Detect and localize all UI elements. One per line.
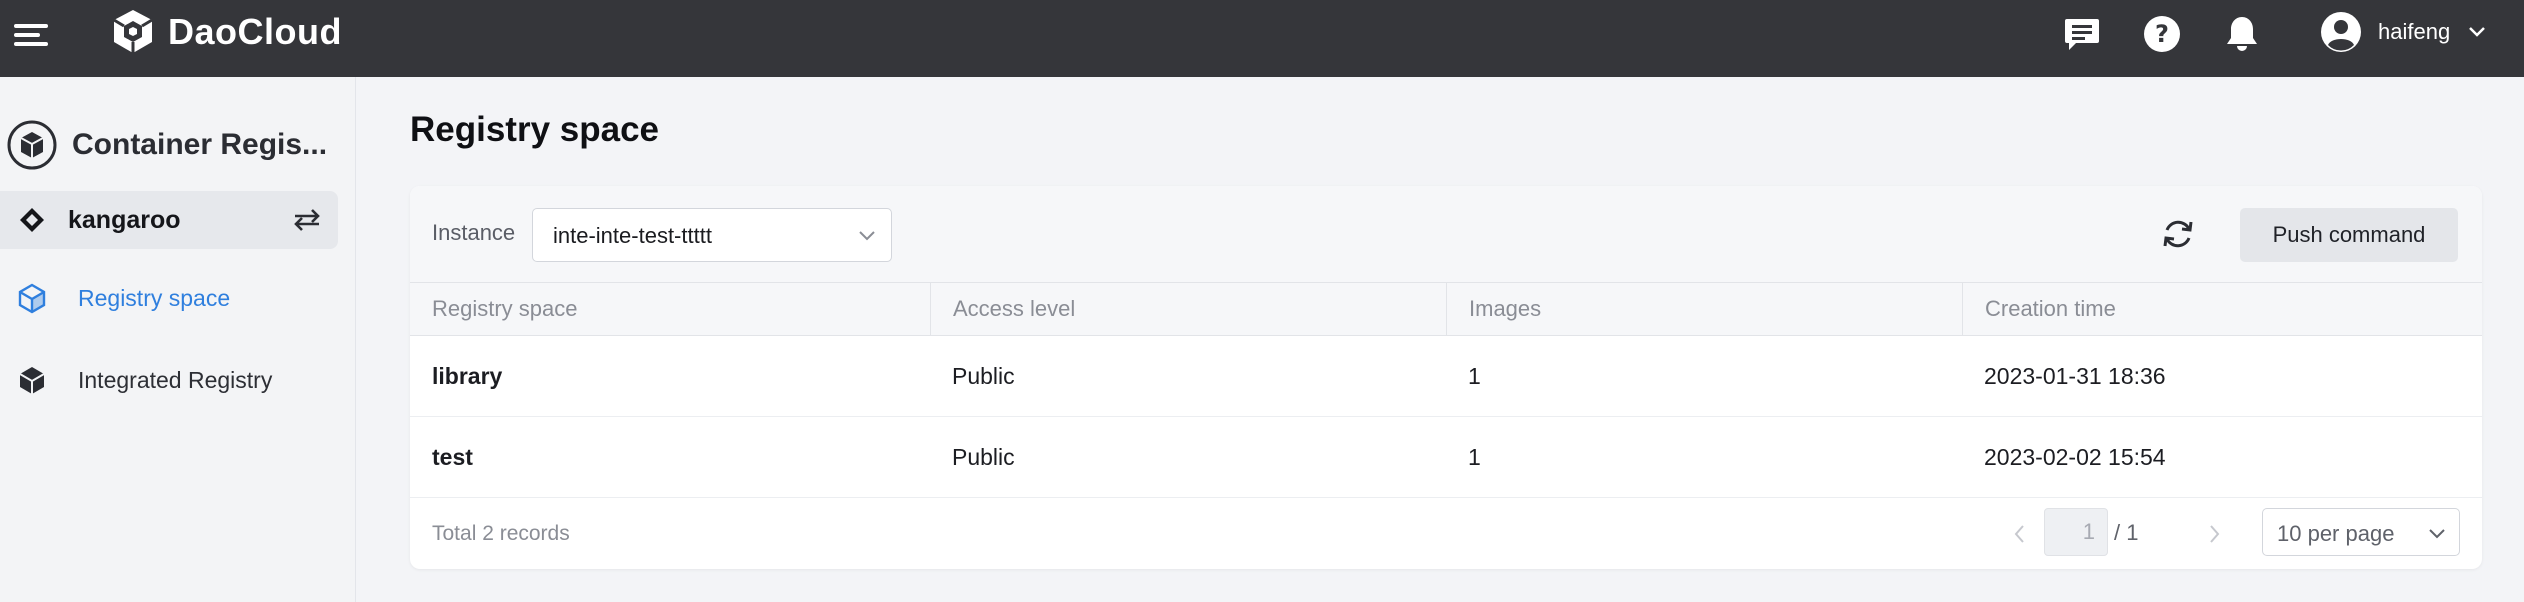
table-row[interactable]: test Public 1 2023-02-02 15:54 <box>410 417 2482 498</box>
image-count: 1 <box>1468 362 1481 389</box>
switch-icon[interactable] <box>292 207 322 233</box>
toolbar: Instance inte-inte-test-ttttt Push comma… <box>410 186 2482 282</box>
sidebar: Container Regis... kangaroo Registry spa… <box>0 77 356 602</box>
column-header[interactable]: Creation time <box>1962 283 2482 335</box>
table-row[interactable]: library Public 1 2023-01-31 18:36 <box>410 336 2482 417</box>
registry-space-name[interactable]: library <box>410 336 502 416</box>
column-header[interactable]: Access level <box>930 283 1446 335</box>
workspace-name: kangaroo <box>68 205 181 234</box>
pagination: Total 2 records 1 / 1 10 per page <box>410 498 2482 569</box>
creation-time: 2023-02-02 15:54 <box>1984 443 2166 470</box>
brand-logo[interactable]: DaoCloud <box>108 7 342 57</box>
sidebar-item-integrated-registry[interactable]: Integrated Registry <box>0 351 338 409</box>
registry-table-card: Instance inte-inte-test-ttttt Push comma… <box>410 186 2482 569</box>
username: haifeng <box>2378 19 2451 44</box>
column-header[interactable]: Images <box>1446 283 1962 335</box>
container-registry-icon <box>7 120 57 170</box>
workspace-selector[interactable]: kangaroo <box>0 191 338 249</box>
refresh-icon[interactable] <box>2158 214 2198 254</box>
access-level: Public <box>952 362 1015 389</box>
help-icon[interactable]: ? <box>2142 14 2182 54</box>
total-records: Total 2 records <box>432 522 570 545</box>
page-total: / 1 <box>2114 520 2139 545</box>
chevron-right-icon[interactable] <box>2202 520 2226 548</box>
product-title: Container Regis... <box>72 128 328 161</box>
daocloud-logo-icon <box>113 10 153 53</box>
sidebar-item-label: Registry space <box>78 284 231 311</box>
product-header: Container Regis... <box>6 113 327 177</box>
chevron-down-icon <box>859 231 875 241</box>
user-menu[interactable]: haifeng <box>2320 10 2486 54</box>
chevron-down-icon <box>2469 27 2486 37</box>
instance-select[interactable]: inte-inte-test-ttttt <box>532 208 892 262</box>
sidebar-item-label: Integrated Registry <box>78 366 273 393</box>
top-bar: DaoCloud ? haifeng <box>0 0 2524 77</box>
chevron-down-icon <box>2429 529 2445 539</box>
instance-value: inte-inte-test-ttttt <box>553 223 712 248</box>
page-number-input[interactable]: 1 <box>2044 508 2108 556</box>
per-page-select[interactable]: 10 per page <box>2262 508 2460 556</box>
push-command-button[interactable]: Push command <box>2240 208 2458 262</box>
chevron-left-icon[interactable] <box>2008 520 2032 548</box>
workspace-icon <box>20 208 44 232</box>
svg-text:?: ? <box>2155 20 2169 48</box>
table-header: Registry space Access level Images Creat… <box>410 282 2482 336</box>
per-page-value: 10 per page <box>2277 521 2395 546</box>
message-icon[interactable] <box>2062 14 2102 54</box>
image-count: 1 <box>1468 443 1481 470</box>
menu-icon[interactable] <box>14 18 48 50</box>
cube-solid-icon <box>19 367 45 394</box>
instance-label: Instance <box>432 220 516 245</box>
registry-space-name[interactable]: test <box>410 417 473 497</box>
creation-time: 2023-01-31 18:36 <box>1984 362 2166 389</box>
column-header[interactable]: Registry space <box>410 283 930 335</box>
page-title: Registry space <box>410 110 660 149</box>
cube-outline-icon <box>18 283 46 314</box>
access-level: Public <box>952 443 1015 470</box>
bell-icon[interactable] <box>2222 14 2262 54</box>
sidebar-item-registry-space[interactable]: Registry space <box>0 269 338 327</box>
brand-name: DaoCloud <box>168 11 342 52</box>
user-avatar-icon <box>2321 12 2361 52</box>
